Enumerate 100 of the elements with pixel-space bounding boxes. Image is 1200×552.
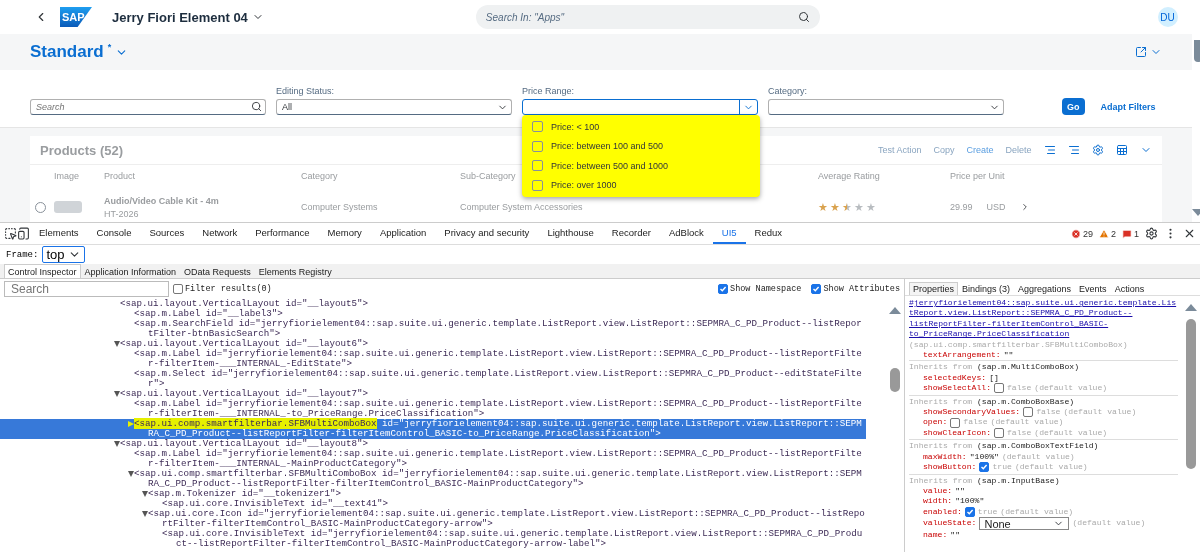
expanded-arrow-icon[interactable] xyxy=(128,471,134,477)
tree-row[interactable]: <sap.ui.core.InvisibleText id="__text41"> xyxy=(155,499,866,509)
price: 29.99 xyxy=(950,202,973,212)
checkbox[interactable] xyxy=(811,284,822,294)
column-header: Average Rating xyxy=(818,170,881,181)
devtools-tab[interactable]: Memory xyxy=(318,223,371,244)
devtools-tab[interactable]: Redux xyxy=(745,223,792,244)
panel-tab[interactable]: Actions xyxy=(1110,282,1149,295)
property-name: valueState: xyxy=(923,518,977,529)
property-checkbox[interactable] xyxy=(964,506,975,517)
expanded-arrow-icon[interactable] xyxy=(142,491,148,497)
property-checkbox[interactable] xyxy=(1023,407,1034,418)
expanded-arrow-icon[interactable] xyxy=(114,391,120,397)
search-field[interactable]: Search xyxy=(30,99,266,115)
property-value: "100%" xyxy=(969,451,999,463)
panel-tab[interactable]: Properties xyxy=(909,282,959,295)
property-checkbox[interactable] xyxy=(994,428,1004,439)
devtools-tab[interactable]: Network xyxy=(193,223,247,244)
scrollbar-thumb[interactable] xyxy=(1186,319,1196,469)
property-value: "" xyxy=(950,530,960,541)
tree-row[interactable]: <sap.m.Label id="__label3"> xyxy=(127,309,866,319)
tree-row[interactable]: <sap.ui.layout.VerticalLayout id="__layout5"> xyxy=(113,299,866,309)
user-avatar[interactable]: DU xyxy=(1157,7,1178,27)
checkbox[interactable] xyxy=(173,284,183,294)
close-icon[interactable] xyxy=(1183,227,1196,240)
panel-tab[interactable]: Aggregations xyxy=(1014,282,1076,295)
property-checkbox[interactable] xyxy=(979,462,990,473)
price-option[interactable]: Price: between 500 and 1000 xyxy=(532,156,750,176)
tree-row[interactable]: <sap.m.Tokenizer id="__tokenizer1"> xyxy=(141,489,866,499)
scrollbar-thumb[interactable] xyxy=(1193,40,1200,62)
devtools-tab[interactable]: Privacy and security xyxy=(435,223,539,244)
table-cell-text: Computer Systems xyxy=(301,202,379,212)
tree-row[interactable]: <sap.ui.core.InvisibleText id="jerryfiorielement04::sap.suite.ui.generic.template.ListReport.view.ListReport::SEPMRA_C_PD_Product--listReportFilter-filterItemControl_BASIC-MainProductCategory-arrow-label"> xyxy=(155,529,866,549)
share-icon[interactable] xyxy=(1134,46,1147,58)
default-note: (default value) xyxy=(1000,506,1074,518)
inspector-tab[interactable]: Elements Registry xyxy=(254,264,336,278)
checkbox[interactable] xyxy=(532,160,543,172)
settings-icon[interactable] xyxy=(1145,227,1158,240)
scroll-up-icon[interactable] xyxy=(1185,304,1197,311)
error-count[interactable]: 29 xyxy=(1070,228,1093,239)
settings-icon xyxy=(1091,144,1104,156)
devtools-tab[interactable]: Elements xyxy=(30,223,88,244)
tree-row[interactable]: <sap.m.Label id="jerryfiorielement04::sap.suite.ui.generic.template.ListReport.view.ListReport::SEPMRA_C_PD_Product--listReportFilter-filterItem-___INTERNAL_-to_PriceRange.PriceClassification"> xyxy=(127,399,866,419)
search-field[interactable]: Search xyxy=(4,281,169,297)
devtools-tab[interactable]: AdBlock xyxy=(659,223,713,244)
devtools-tab[interactable]: Application xyxy=(370,223,436,244)
column-header: Sub-Category xyxy=(460,170,517,181)
property-checkbox[interactable] xyxy=(994,383,1004,394)
checkbox[interactable] xyxy=(718,284,729,294)
go-button[interactable]: Go xyxy=(1062,98,1085,115)
default-note: (default value) xyxy=(1072,518,1146,529)
tree-row[interactable]: <sap.ui.comp.smartfilterbar.SFBMultiComboBox id="jerryfiorielement04::sap.suite.ui.generic.template.ListReport.view.ListReport::SEPMRA_C_PD_Product--listReportFilter-filterItemControl_BASIC-to_PriceRange.PriceClassification"> xyxy=(0,419,866,439)
property-checkbox[interactable] xyxy=(950,417,961,428)
devtools-tab[interactable]: Performance xyxy=(246,223,319,244)
price-option[interactable]: Price: < 100 xyxy=(532,117,750,137)
property-select[interactable]: None xyxy=(979,517,1070,531)
app-title-menu[interactable]: Jerry Fiori Element 04 xyxy=(112,9,264,25)
scrollbar-thumb[interactable] xyxy=(890,368,900,392)
checkbox[interactable] xyxy=(532,179,543,191)
logo[interactable]: SAP xyxy=(60,7,92,27)
price-option[interactable]: Price: over 1000 xyxy=(532,175,750,195)
devtools-tab[interactable]: Lighthouse xyxy=(538,223,603,244)
frame-select[interactable]: top xyxy=(42,246,86,263)
row-radio[interactable] xyxy=(35,201,46,213)
search-icon[interactable] xyxy=(251,101,262,112)
devtools-tab[interactable]: UI5 xyxy=(712,223,746,244)
search-icon[interactable] xyxy=(797,11,810,23)
spreadsheet-icon xyxy=(1115,144,1128,156)
property-name: showSelectAll: xyxy=(923,383,991,394)
column-header: Image xyxy=(54,170,80,181)
scroll-up-icon[interactable] xyxy=(889,307,901,314)
devtools-tab[interactable]: Recorder xyxy=(602,223,660,244)
property-value: "100%" xyxy=(955,496,985,507)
warning-count[interactable]: 2 xyxy=(1098,228,1116,239)
inherits-heading: Inherits from (sap.m.ComboBoxTextField) xyxy=(909,441,1100,452)
tree-row[interactable]: <sap.ui.layout.VerticalLayout id="__layout8"> xyxy=(113,439,866,449)
inspector-tab[interactable]: Application Information xyxy=(80,264,181,278)
devtools-tab[interactable]: Sources xyxy=(140,223,194,244)
expanded-arrow-icon[interactable] xyxy=(142,511,148,517)
column-header: Category xyxy=(301,170,339,181)
tree-row[interactable]: <sap.ui.layout.VerticalLayout id="__layout7"> xyxy=(113,389,866,399)
price-option[interactable]: Price: between 100 and 500 xyxy=(532,136,750,156)
property-value: false xyxy=(963,417,988,428)
devtools-tab[interactable]: Console xyxy=(87,223,141,244)
panel-tab[interactable]: Bindings (3) xyxy=(958,282,1015,295)
variant-menu[interactable]: Standard * xyxy=(30,42,129,62)
select-field[interactable]: All xyxy=(276,99,512,115)
inspector-tab[interactable]: Control Inspector xyxy=(4,264,81,278)
expanded-arrow-icon[interactable] xyxy=(114,441,120,447)
select-field[interactable] xyxy=(768,99,1004,115)
inspector-tab[interactable]: OData Requests xyxy=(180,264,255,278)
expanded-arrow-icon[interactable] xyxy=(114,341,120,347)
checkbox[interactable] xyxy=(532,121,543,133)
adapt-filters-link[interactable]: Adapt Filters xyxy=(1094,98,1162,115)
panel-tab[interactable]: Events xyxy=(1075,282,1111,295)
shell-search-field[interactable]: Search In: "Apps" xyxy=(475,5,820,29)
property-value: "" xyxy=(1003,350,1014,361)
default-note: (default value) xyxy=(990,417,1064,428)
checkbox[interactable] xyxy=(532,140,543,152)
tree-row[interactable]: <sap.ui.layout.VerticalLayout id="__layout6"> xyxy=(113,339,866,349)
